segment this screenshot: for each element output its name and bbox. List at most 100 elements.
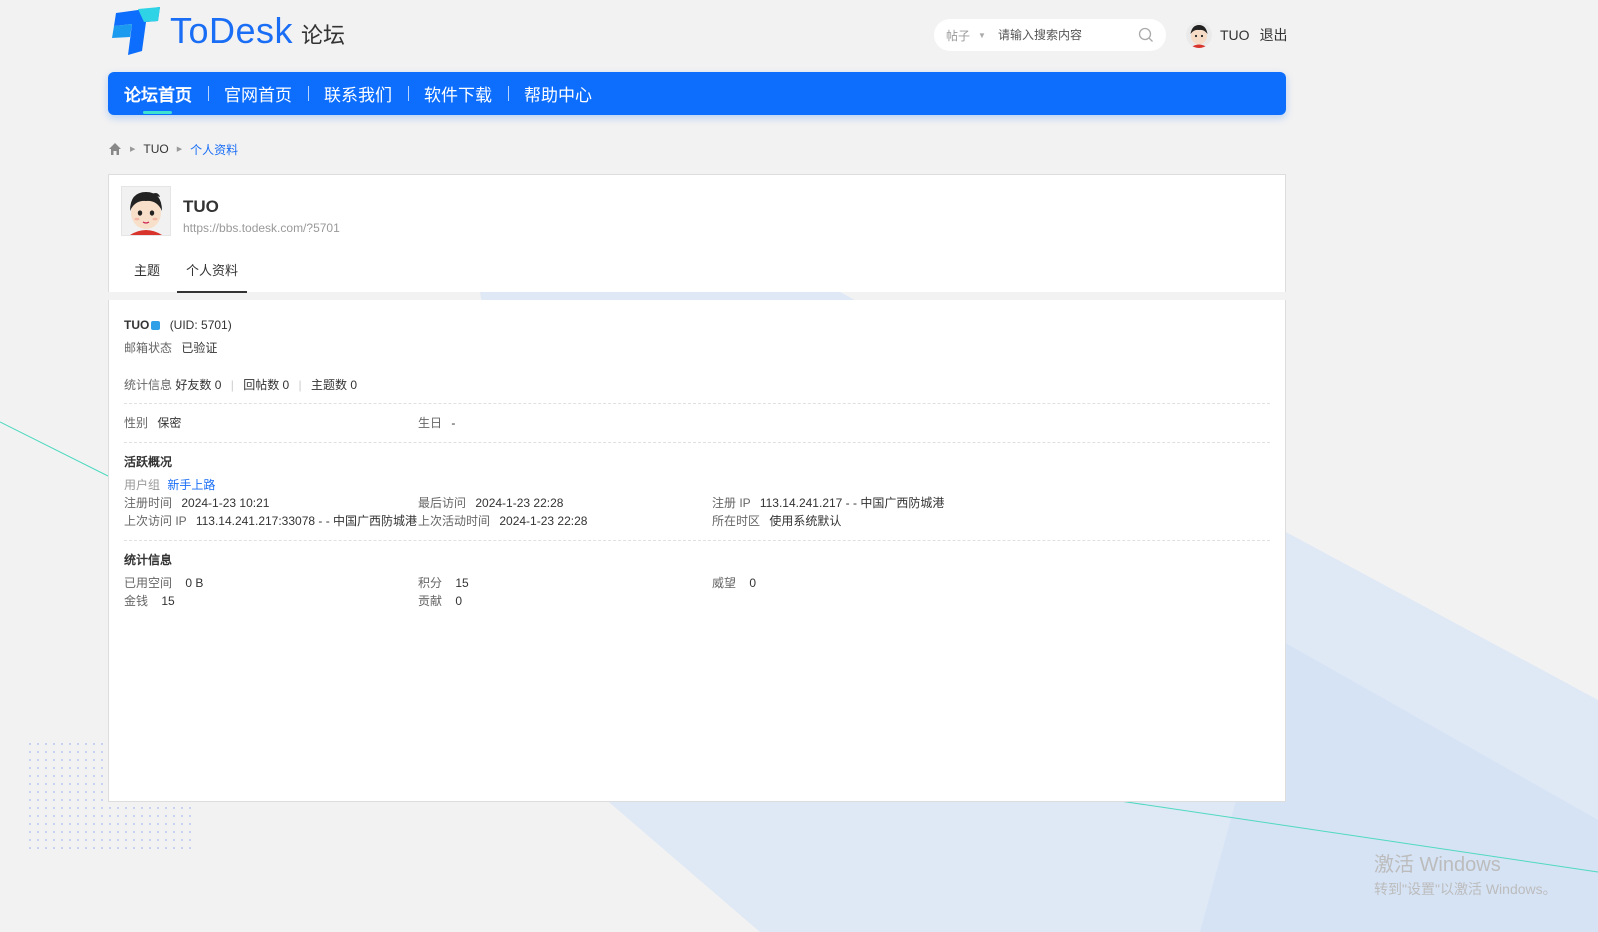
timezone-label: 所在时区 [712, 514, 761, 528]
reg-time-label: 注册时间 [124, 496, 173, 510]
last-ip-field: 上次访问 IP 113.14.241.217:33078 - - 中国广西防城港 [124, 512, 417, 530]
logo[interactable]: ToDesk 论坛 [108, 6, 345, 56]
money-value: 15 [161, 594, 175, 608]
last-visit-label: 最后访问 [418, 496, 467, 510]
chevron-right-icon: ▶ [130, 146, 136, 153]
space-value: 0 B [185, 576, 204, 590]
separator: | [298, 378, 302, 392]
activity-row-2: 上次访问 IP 113.14.241.217:33078 - - 中国广西防城港… [124, 512, 1270, 530]
verified-icon [151, 321, 161, 330]
contrib-field: 贡献 0 [418, 592, 462, 610]
gender-birthday-row: 性别 保密 生日 - [124, 414, 1270, 432]
space-label: 已用空间 [124, 576, 173, 590]
user-name[interactable]: TUO [1220, 27, 1250, 43]
separator: | [230, 378, 234, 392]
nav-item-official-home[interactable]: 官网首页 [208, 72, 308, 115]
logo-text: ToDesk [170, 10, 294, 51]
points-field: 积分 15 [418, 574, 469, 592]
reg-ip-field: 注册 IP 113.14.241.217 - - 中国广西防城港 [712, 494, 944, 512]
divider [124, 403, 1270, 404]
contrib-label: 贡献 [418, 594, 443, 608]
chevron-right-icon: ▶ [176, 146, 183, 153]
watermark-line-2: 转到"设置"以激活 Windows。 [1374, 881, 1557, 897]
gender-field: 性别 保密 [124, 414, 181, 432]
last-active-label: 上次活动时间 [418, 514, 491, 528]
replies-count[interactable]: 回帖数 0 [243, 378, 289, 392]
threads-count[interactable]: 主题数 0 [311, 378, 357, 392]
birthday-label: 生日 [418, 416, 443, 430]
logo-subtitle: 论坛 [301, 23, 346, 48]
stats-label: 统计信息 [124, 378, 173, 392]
divider [124, 442, 1270, 443]
nav-item-download[interactable]: 软件下载 [408, 72, 508, 115]
money-field: 金钱 15 [124, 592, 175, 610]
search-box: 帖子 ▼ [934, 19, 1166, 51]
tab-profile[interactable]: 个人资料 [177, 253, 248, 293]
points-label: 积分 [418, 576, 443, 590]
nav-item-forum-home[interactable]: 论坛首页 [124, 72, 208, 115]
points-value: 15 [455, 576, 469, 590]
avatar[interactable] [1186, 22, 1212, 48]
logout-link[interactable]: 退出 [1260, 25, 1288, 45]
reg-time-field: 注册时间 2024-1-23 10:21 [124, 494, 269, 512]
prestige-label: 威望 [712, 576, 737, 590]
prestige-value: 0 [749, 576, 757, 590]
profile-tabs: 主题 个人资料 [125, 253, 248, 293]
prestige-field: 威望 0 [712, 574, 756, 592]
statistics-row-2: 金钱 15 贡献 0 [124, 592, 1270, 610]
email-status-value: 已验证 [181, 341, 218, 355]
uid-line: TUO (UID: 5701) [124, 316, 1270, 334]
usergroup-link[interactable]: 新手上路 [167, 478, 215, 492]
statistics-title: 统计信息 [124, 553, 173, 567]
gender-label: 性别 [124, 416, 149, 430]
last-visit-value: 2024-1-23 22:28 [475, 496, 564, 510]
timezone-field: 所在时区 使用系统默认 [712, 512, 841, 530]
usergroup-row: 用户组 新手上路 [124, 476, 1270, 494]
statistics-row-1: 已用空间 0 B 积分 15 威望 0 [124, 574, 1270, 592]
nav-item-contact[interactable]: 联系我们 [308, 72, 408, 115]
last-active-field: 上次活动时间 2024-1-23 22:28 [418, 512, 587, 530]
uid-value: (UID: 5701) [169, 318, 232, 332]
main-nav: 论坛首页 官网首页 联系我们 软件下载 帮助中心 [108, 72, 1286, 115]
money-label: 金钱 [124, 594, 149, 608]
search-input[interactable] [997, 28, 1128, 42]
timezone-value: 使用系统默认 [769, 514, 842, 528]
reg-time-value: 2024-1-23 10:21 [181, 496, 270, 510]
divider [124, 540, 1270, 541]
breadcrumb: ▶ TUO ▶ 个人资料 [108, 141, 238, 157]
birthday-field: 生日 - [418, 414, 455, 432]
last-visit-field: 最后访问 2024-1-23 22:28 [418, 494, 563, 512]
profile-details: TUO (UID: 5701) 邮箱状态 已验证 统计信息 好友数 0 | 回帖… [108, 300, 1286, 802]
home-icon[interactable] [108, 142, 122, 156]
avatar[interactable] [121, 186, 171, 236]
watermark-line-1: 激活 Windows [1374, 854, 1501, 876]
windows-activation-watermark: 激活 Windows 转到"设置"以激活 Windows。 [1374, 848, 1557, 899]
email-status-label: 邮箱状态 [124, 341, 173, 355]
stats-row: 统计信息 好友数 0 | 回帖数 0 | 主题数 0 [124, 376, 1270, 394]
breadcrumb-profile[interactable]: 个人资料 [190, 141, 238, 158]
breadcrumb-user[interactable]: TUO [143, 142, 168, 156]
email-status-row: 邮箱状态 已验证 [124, 339, 1270, 357]
nav-item-help[interactable]: 帮助中心 [508, 72, 608, 115]
birthday-value: - [451, 416, 456, 430]
tab-threads[interactable]: 主题 [125, 253, 169, 293]
profile-username: TUO [124, 318, 150, 332]
user-area: TUO 退出 [1186, 21, 1288, 49]
todesk-logo-icon [108, 7, 162, 55]
search-type-select[interactable]: 帖子 ▼ [946, 27, 986, 44]
profile-url[interactable]: https://bbs.todesk.com/?5701 [183, 221, 340, 235]
search-type-label: 帖子 [946, 28, 971, 43]
friends-count[interactable]: 好友数 0 [175, 378, 221, 392]
reg-ip-label: 注册 IP [712, 496, 751, 510]
last-ip-value: 113.14.241.217:33078 - - 中国广西防城港 [195, 514, 418, 528]
last-ip-label: 上次访问 IP [124, 514, 187, 528]
usergroup-label: 用户组 [124, 478, 161, 492]
gender-value: 保密 [157, 416, 182, 430]
search-icon[interactable] [1138, 27, 1154, 43]
activity-row-1: 注册时间 2024-1-23 10:21 最后访问 2024-1-23 22:2… [124, 494, 1270, 512]
space-field: 已用空间 0 B [124, 574, 203, 592]
profile-name: TUO [183, 197, 219, 216]
reg-ip-value: 113.14.241.217 - - 中国广西防城港 [759, 496, 945, 510]
last-active-value: 2024-1-23 22:28 [499, 514, 588, 528]
profile-header: TUO https://bbs.todesk.com/?5701 主题 个人资料 [108, 174, 1286, 293]
